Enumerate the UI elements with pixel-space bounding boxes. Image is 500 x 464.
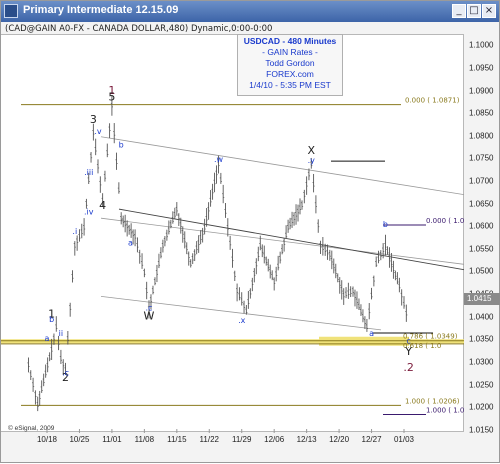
- y-tick-label: 1.1000: [469, 40, 494, 50]
- info-box-line4: FOREX.com: [266, 69, 314, 79]
- app-icon[interactable]: [4, 4, 18, 18]
- wave-label: .c: [62, 369, 69, 378]
- wave-label: .iii: [84, 168, 93, 177]
- last-price-marker: 1.0415: [464, 293, 500, 305]
- wave-label: 4: [99, 199, 106, 212]
- trend-line: [118, 208, 465, 271]
- y-tick-label: 1.0900: [469, 86, 494, 96]
- window-title: Primary Intermediate 12.15.09: [23, 4, 179, 16]
- x-tick-label: 10/25: [69, 435, 90, 444]
- wave-label: b: [49, 315, 54, 324]
- y-tick-label: 1.0700: [469, 176, 494, 186]
- x-tick-label: 11/15: [167, 435, 187, 444]
- y-tick-label: 1.0350: [469, 334, 494, 344]
- info-box-line2: - GAIN Rates -: [262, 47, 318, 57]
- fib-label: 1.000 ( 1.0: [426, 406, 464, 414]
- channel-line: [100, 136, 465, 196]
- y-tick-label: 1.0250: [469, 380, 494, 389]
- title-bar[interactable]: Primary Intermediate 12.15.09 _ □ ×: [1, 1, 499, 22]
- info-box-line1: USDCAD - 480 Minutes: [243, 36, 337, 46]
- x-tick-label: 12/13: [296, 435, 317, 444]
- x-tick-label: 12/06: [264, 435, 285, 444]
- y-tick-label: 1.0950: [469, 63, 494, 73]
- fib-label: 0.000 ( 1.0: [426, 217, 464, 225]
- y-tick-label: 1.0150: [469, 425, 494, 435]
- copyright-text: © eSignal, 2009: [8, 425, 55, 432]
- maximize-icon[interactable]: □: [467, 4, 481, 18]
- wave-label: a: [369, 329, 374, 338]
- wave-label: X: [307, 144, 315, 157]
- wave-label: .w: [214, 155, 224, 164]
- y-tick-label: 1.0650: [469, 199, 494, 209]
- wave-label: a: [128, 238, 133, 247]
- price-bars: [27, 95, 408, 412]
- fib-label: 0.786 ( 1.0349): [403, 333, 458, 341]
- x-tick-label: 01/03: [393, 435, 415, 444]
- y-tick-label: 1.0200: [469, 402, 494, 412]
- wave-label: ii: [59, 329, 63, 338]
- y-axis: 1.1000 1.0950 1.0900 1.0850 1.0800 1.0750 1.07…: [464, 34, 500, 435]
- wave-label: .c: [146, 303, 153, 312]
- wave-label: .x: [238, 316, 246, 325]
- wave-label: 5: [108, 91, 115, 104]
- y-tick-label: 1.0500: [469, 266, 494, 276]
- x-tick-label: 10/18: [36, 435, 58, 444]
- x-tick-label: 12/20: [329, 435, 350, 444]
- wave-label: .iv: [84, 208, 94, 217]
- info-box: USDCAD - 480 Minutes - GAIN Rates - Todd…: [237, 34, 343, 96]
- x-tick-label: 11/29: [232, 435, 252, 444]
- wave-label: c: [406, 336, 410, 345]
- fib-label: 1.000 ( 1.0206): [405, 397, 460, 405]
- wave-label: .2: [403, 361, 414, 374]
- x-tick-label: 11/01: [102, 435, 122, 444]
- x-tick-label: 11/22: [199, 435, 219, 444]
- trend-channels: [100, 136, 465, 334]
- y-tick-label: 1.0300: [469, 357, 494, 367]
- symbol-line: (CAD@GAIN A0-FX - CANADA DOLLAR,480) Dyn…: [5, 24, 273, 34]
- wave-label: .i: [72, 227, 77, 236]
- x-tick-label: 11/08: [134, 435, 155, 444]
- x-tick-label: 12/27: [361, 435, 382, 444]
- y-tick-label: 1.0800: [469, 131, 494, 141]
- chart-svg[interactable]: 0.000 ( 1.0871) 0.000 ( 1.0 0.786 ( 1.0349…: [1, 35, 464, 433]
- wave-label: b: [383, 220, 388, 229]
- price-chart[interactable]: 0.000 ( 1.0871) 0.000 ( 1.0 0.786 ( 1.0349…: [1, 34, 464, 433]
- wave-label: Y: [404, 345, 412, 358]
- y-tick-label: 1.0750: [469, 153, 494, 163]
- minimize-icon[interactable]: _: [452, 4, 466, 18]
- wave-label: b: [119, 141, 124, 150]
- info-box-line5: 1/4/10 - 5:35 PM EST: [249, 80, 331, 90]
- close-icon[interactable]: ×: [482, 4, 496, 18]
- wave-label: .y: [308, 156, 316, 165]
- fib-label: 0.000 ( 1.0871): [405, 97, 460, 105]
- y-tick-label: 1.0400: [469, 312, 494, 322]
- y-tick-label: 1.0550: [469, 244, 494, 254]
- wave-label: .v: [94, 127, 102, 136]
- wave-label: a: [45, 334, 50, 343]
- y-tick-label: 1.0600: [469, 221, 494, 231]
- info-box-line3: Todd Gordon: [265, 58, 315, 68]
- y-tick-label: 1.0850: [469, 108, 494, 118]
- chart-window: Primary Intermediate 12.15.09 _ □ × (CAD…: [0, 0, 500, 463]
- x-axis: 10/18 10/25 11/01 11/08 11/15 11/22 11/29 12/06…: [1, 432, 464, 464]
- wave-label: 3: [90, 113, 97, 126]
